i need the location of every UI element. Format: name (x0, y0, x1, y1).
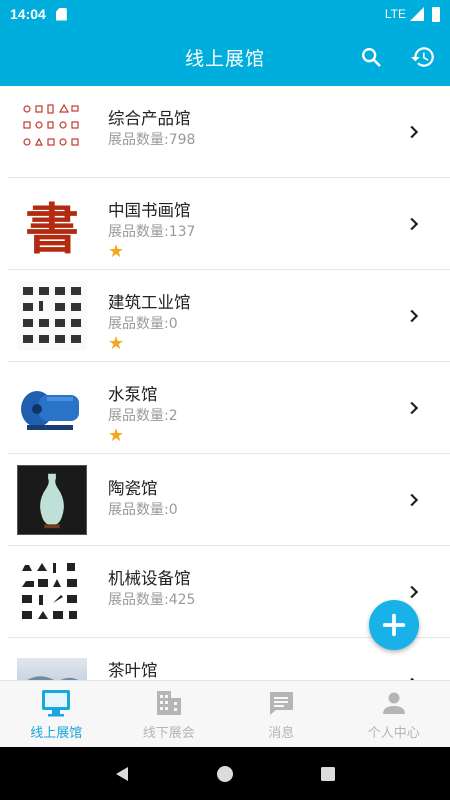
machinery-icons-image (22, 563, 77, 619)
hall-name: 陶瓷馆 (108, 479, 158, 498)
status-bar: 14:04 LTE (0, 0, 450, 28)
hall-name: 建筑工业馆 (108, 293, 191, 312)
recents-icon[interactable] (319, 765, 337, 783)
back-icon[interactable] (113, 765, 131, 783)
hall-count: 展品数量:137 (108, 224, 196, 240)
hall-count: 展品数量:425 (108, 592, 196, 608)
tab-offline-exhibitions[interactable]: 线下展会 (113, 681, 226, 747)
bottom-tab-bar: 线上展馆 线下展会 消息 个人中心 (0, 680, 450, 747)
tab-online-halls[interactable]: 线上展馆 (0, 681, 113, 747)
hall-info: 陶瓷馆 展品数量:0 (108, 478, 178, 520)
hall-count: 展品数量:0 (108, 316, 178, 332)
product-icons-image (23, 103, 79, 146)
hall-thumbnail: 書 (17, 192, 87, 256)
hall-info: 综合产品馆 展品数量:798 (108, 108, 195, 150)
water-pump-image (21, 391, 79, 430)
hall-name: 茶叶馆 (108, 661, 158, 680)
hall-item[interactable]: 综合产品馆 展品数量:798 (0, 86, 450, 178)
hall-list[interactable]: 综合产品馆 展品数量:798 書 中国书画馆 展品数量:137 ★ 建筑工业馆 … (0, 86, 450, 680)
chevron-right-icon (410, 401, 419, 415)
hall-item[interactable]: 水泵馆 展品数量:2 ★ (0, 362, 450, 454)
chevron-right-icon (410, 217, 419, 231)
hall-info: 茶叶馆 (108, 660, 158, 680)
hall-thumbnail (17, 557, 87, 627)
plus-icon (382, 613, 406, 637)
monitor-icon (42, 690, 71, 717)
tab-label: 消息 (268, 726, 295, 741)
porcelain-vase-image (18, 466, 86, 534)
tea-landscape-image (27, 676, 79, 680)
hall-count: 展品数量:0 (108, 502, 178, 518)
star-icon: ★ (108, 333, 125, 354)
status-right: LTE (384, 6, 440, 22)
message-icon (270, 692, 294, 715)
hall-thumbnail (17, 281, 87, 351)
tab-profile[interactable]: 个人中心 (338, 681, 450, 747)
tab-label: 个人中心 (367, 726, 420, 741)
hall-count: 展品数量:2 (108, 408, 178, 424)
hall-name: 中国书画馆 (108, 201, 191, 220)
chevron-right-icon (410, 585, 419, 599)
status-time: 14:04 (10, 6, 46, 22)
hall-info: 机械设备馆 展品数量:425 (108, 568, 195, 610)
construction-icons-image (23, 287, 81, 343)
hall-item[interactable]: 陶瓷馆 展品数量:0 (0, 454, 450, 546)
home-icon[interactable] (216, 765, 234, 783)
hall-thumbnail (17, 658, 87, 680)
chevron-right-icon (410, 493, 419, 507)
page-title: 线上展馆 (184, 47, 265, 70)
calligraphy-image: 書 (25, 196, 79, 257)
hall-info: 水泵馆 展品数量:2 ★ (108, 384, 178, 446)
hall-info: 建筑工业馆 展品数量:0 ★ (108, 292, 191, 354)
hall-name: 机械设备馆 (108, 569, 191, 588)
person-icon (382, 692, 405, 714)
hall-item[interactable]: 書 中国书画馆 展品数量:137 ★ (0, 178, 450, 270)
tab-messages[interactable]: 消息 (225, 681, 338, 747)
star-icon: ★ (108, 241, 125, 262)
network-type: LTE (384, 7, 406, 21)
history-icon (411, 47, 434, 67)
building-icon (156, 691, 181, 715)
search-button[interactable] (355, 41, 387, 73)
chevron-right-icon (410, 309, 419, 323)
signal-icon (410, 7, 424, 21)
history-button[interactable] (407, 41, 439, 73)
hall-item[interactable]: 建筑工业馆 展品数量:0 ★ (0, 270, 450, 362)
add-button[interactable] (369, 600, 419, 650)
hall-name: 水泵馆 (108, 385, 158, 404)
hall-thumbnail (17, 373, 87, 443)
battery-icon (432, 6, 440, 22)
hall-thumbnail (17, 465, 87, 535)
star-icon: ★ (108, 425, 125, 446)
chevron-right-icon (410, 125, 419, 139)
sd-card-icon (55, 7, 67, 21)
system-nav-bar (0, 747, 450, 800)
tab-label: 线上展馆 (30, 726, 83, 741)
hall-name: 综合产品馆 (108, 109, 191, 128)
hall-count: 展品数量:798 (108, 132, 196, 148)
search-icon (362, 48, 381, 67)
hall-info: 中国书画馆 展品数量:137 ★ (108, 200, 195, 262)
app-bar: 线上展馆 (0, 28, 450, 86)
hall-thumbnail (17, 97, 87, 167)
tab-label: 线下展会 (142, 726, 195, 741)
